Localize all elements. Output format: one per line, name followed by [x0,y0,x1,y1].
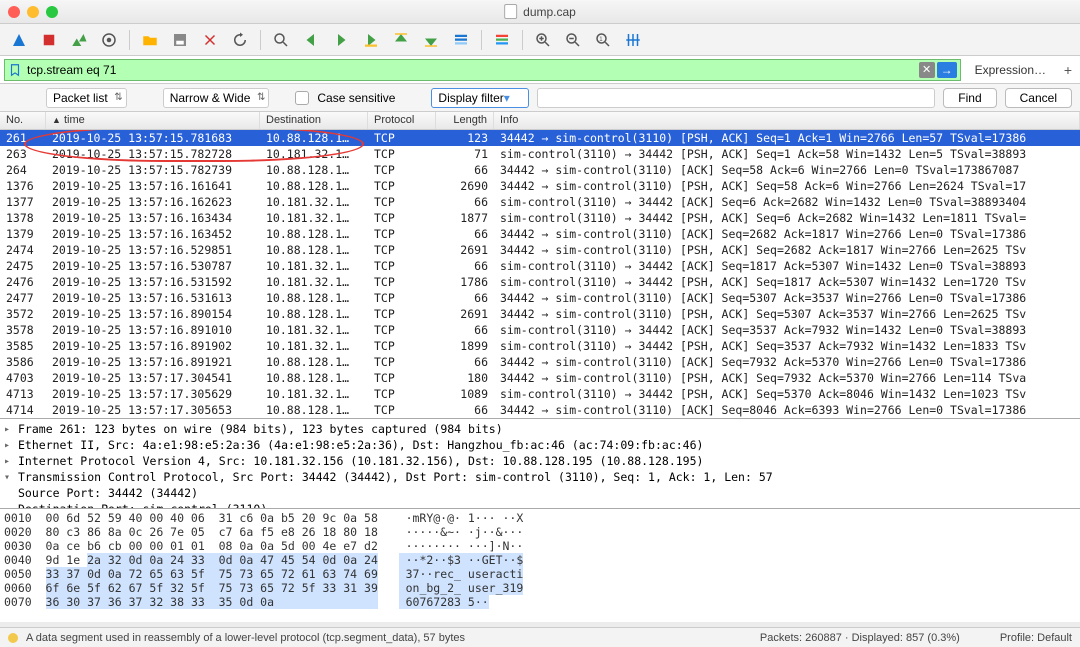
apply-filter-icon[interactable]: → [937,62,957,78]
zoom-window[interactable] [46,6,58,18]
bookmark-icon[interactable] [8,63,22,77]
titlebar: dump.cap [0,0,1080,24]
capture-restart-icon[interactable] [66,28,92,52]
search-in-dropdown[interactable]: Packet list [46,88,127,108]
close-window[interactable] [8,6,20,18]
col-protocol[interactable]: Protocol [368,112,436,129]
packet-row[interactable]: 24772019-10-25 13:57:16.53161310.88.128.… [0,290,1080,306]
packet-row[interactable]: 2642019-10-25 13:57:15.78273910.88.128.1… [0,162,1080,178]
status-packets: Packets: 260887 · Displayed: 857 (0.3%) [760,632,960,644]
case-sensitive-label: Case sensitive [317,91,395,105]
packet-row[interactable]: 13792019-10-25 13:57:16.16345210.88.128.… [0,226,1080,242]
go-forward-icon[interactable] [328,28,354,52]
status-profile[interactable]: Profile: Default [1000,632,1072,644]
packet-row[interactable]: 24762019-10-25 13:57:16.53159210.181.32.… [0,274,1080,290]
title-text: dump.cap [523,5,576,19]
packet-row[interactable]: 35852019-10-25 13:57:16.89190210.181.32.… [0,338,1080,354]
find-button[interactable]: Find [943,88,996,108]
case-sensitive-checkbox[interactable] [295,91,309,105]
save-file-icon[interactable] [167,28,193,52]
display-filter-bar: ✕ → Expression… + [0,56,1080,84]
close-file-icon[interactable] [197,28,223,52]
col-destination[interactable]: Destination [260,112,368,129]
col-no[interactable]: No. [0,112,46,129]
packet-row[interactable]: 13762019-10-25 13:57:16.16164110.88.128.… [0,178,1080,194]
status-left: A data segment used in reassembly of a l… [26,632,465,644]
display-filter-input[interactable] [4,59,961,81]
find-toolbar: Packet list Narrow & Wide Case sensitive… [0,84,1080,112]
charset-dropdown[interactable]: Narrow & Wide [163,88,270,108]
packet-row[interactable]: 47132019-10-25 13:57:17.30562910.181.32.… [0,386,1080,402]
window-title: dump.cap [504,4,576,19]
packet-row[interactable]: 13782019-10-25 13:57:16.16343410.181.32.… [0,210,1080,226]
packet-row[interactable]: 24742019-10-25 13:57:16.52985110.88.128.… [0,242,1080,258]
resize-columns-icon[interactable] [620,28,646,52]
detail-row[interactable]: ▾Transmission Control Protocol, Src Port… [4,469,1076,485]
clear-filter-icon[interactable]: ✕ [919,62,935,78]
statusbar: A data segment used in reassembly of a l… [0,627,1080,647]
window-controls [8,6,58,18]
col-info[interactable]: Info [494,112,1080,129]
detail-row[interactable]: Source Port: 34442 (34442) [4,485,1076,501]
detail-row[interactable]: ▸Frame 261: 123 bytes on wire (984 bits)… [4,421,1076,437]
expression-button[interactable]: Expression… [965,63,1056,77]
packet-list-header[interactable]: No. ▲ time Destination Protocol Length I… [0,112,1080,130]
expert-info-icon[interactable] [8,633,18,643]
detail-row[interactable]: Destination Port: sim-control (3110) [4,501,1076,508]
add-filter-button[interactable]: + [1056,62,1080,78]
colorize-icon[interactable] [489,28,515,52]
packet-row[interactable]: 35862019-10-25 13:57:16.89192110.88.128.… [0,354,1080,370]
packet-list: No. ▲ time Destination Protocol Length I… [0,112,1080,418]
search-type-dropdown[interactable]: Display filter [431,88,528,108]
capture-options-icon[interactable] [96,28,122,52]
detail-row[interactable]: ▸Ethernet II, Src: 4a:e1:98:e5:2a:36 (4a… [4,437,1076,453]
find-packet-icon[interactable] [268,28,294,52]
search-input[interactable] [537,88,935,108]
col-time[interactable]: ▲ time [46,112,260,129]
packet-row[interactable]: 47142019-10-25 13:57:17.30565310.88.128.… [0,402,1080,418]
go-last-icon[interactable] [418,28,444,52]
go-back-icon[interactable] [298,28,324,52]
main-toolbar: 1 [0,24,1080,56]
packet-row[interactable]: 24752019-10-25 13:57:16.53078710.181.32.… [0,258,1080,274]
document-icon [504,4,517,19]
packet-bytes[interactable]: 0010 00 6d 52 59 40 00 40 06 31 c6 0a b5… [0,508,1080,622]
go-to-packet-icon[interactable] [358,28,384,52]
packet-row[interactable]: 35782019-10-25 13:57:16.89101010.181.32.… [0,322,1080,338]
packet-row[interactable]: 35722019-10-25 13:57:16.89015410.88.128.… [0,306,1080,322]
packet-row[interactable]: 47032019-10-25 13:57:17.30454110.88.128.… [0,370,1080,386]
col-length[interactable]: Length [436,112,494,129]
svg-text:1: 1 [599,36,603,42]
packet-row[interactable]: 2612019-10-25 13:57:15.78168310.88.128.1… [0,130,1080,146]
zoom-in-icon[interactable] [530,28,556,52]
zoom-out-icon[interactable] [560,28,586,52]
capture-start-icon[interactable] [6,28,32,52]
packet-row[interactable]: 13772019-10-25 13:57:16.16262310.181.32.… [0,194,1080,210]
packet-row[interactable]: 2632019-10-25 13:57:15.78272810.181.32.1… [0,146,1080,162]
reload-icon[interactable] [227,28,253,52]
capture-stop-icon[interactable] [36,28,62,52]
minimize-window[interactable] [27,6,39,18]
go-first-icon[interactable] [388,28,414,52]
packet-rows[interactable]: 2612019-10-25 13:57:15.78168310.88.128.1… [0,130,1080,418]
open-file-icon[interactable] [137,28,163,52]
packet-details[interactable]: ▸Frame 261: 123 bytes on wire (984 bits)… [0,418,1080,508]
auto-scroll-icon[interactable] [448,28,474,52]
detail-row[interactable]: ▸Internet Protocol Version 4, Src: 10.18… [4,453,1076,469]
cancel-button[interactable]: Cancel [1005,88,1072,108]
zoom-reset-icon[interactable]: 1 [590,28,616,52]
